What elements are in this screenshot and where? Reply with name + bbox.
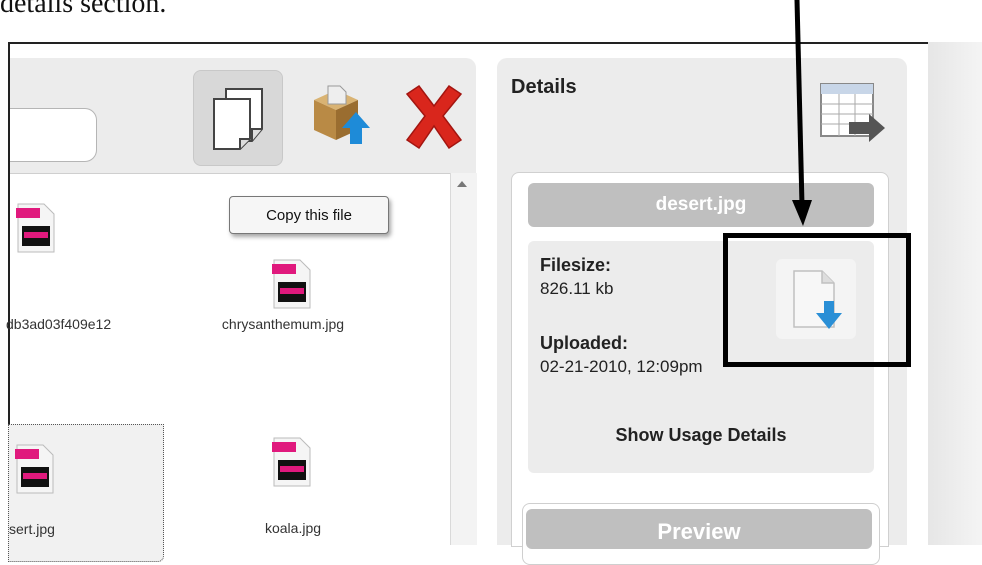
- copy-file-icon: [213, 88, 263, 150]
- document-caption: details section.: [0, 0, 167, 19]
- file-name: db3ad03f409e12: [6, 316, 112, 332]
- upload-box-icon: [314, 85, 370, 144]
- jpg-file-icon: [16, 203, 55, 253]
- copy-file-button[interactable]: [193, 70, 283, 166]
- file-list-scrollbar[interactable]: [450, 173, 477, 545]
- show-usage-details-link[interactable]: Show Usage Details: [528, 425, 874, 446]
- filesize-label: Filesize:: [540, 255, 612, 275]
- uploaded-value: 02-21-2010, 12:09pm: [540, 357, 703, 376]
- jpg-file-icon: [272, 259, 311, 309]
- delete-file-button[interactable]: [390, 70, 478, 164]
- annotation-highlight-box: [723, 233, 911, 367]
- jpg-file-icon: [15, 444, 54, 494]
- copy-tooltip: Copy this file: [229, 196, 389, 234]
- file-name: chrysanthemum.jpg: [221, 316, 345, 332]
- file-browser-panel: db3ad03f409e12 chrysanthemum.jpg sert.jp…: [6, 58, 478, 562]
- file-name: koala.jpg: [264, 520, 322, 536]
- file-item[interactable]: db3ad03f409e12: [0, 194, 160, 332]
- filesize-value: 826.11 kb: [540, 279, 614, 298]
- preview-title: Preview: [526, 509, 872, 549]
- file-name: sert.jpg: [9, 521, 55, 537]
- details-heading: Details: [511, 76, 577, 98]
- uploaded-label: Uploaded:: [540, 333, 628, 353]
- window-edge: [928, 42, 982, 545]
- upload-file-button[interactable]: [294, 70, 382, 164]
- search-input[interactable]: [10, 108, 97, 162]
- red-x-icon: [405, 84, 463, 150]
- file-item[interactable]: koala.jpg: [208, 424, 378, 536]
- file-item-selected[interactable]: sert.jpg: [8, 424, 164, 562]
- annotation-arrow-icon: [792, 0, 812, 226]
- jpg-file-icon: [272, 437, 311, 487]
- scroll-up-arrow-icon[interactable]: [457, 181, 467, 187]
